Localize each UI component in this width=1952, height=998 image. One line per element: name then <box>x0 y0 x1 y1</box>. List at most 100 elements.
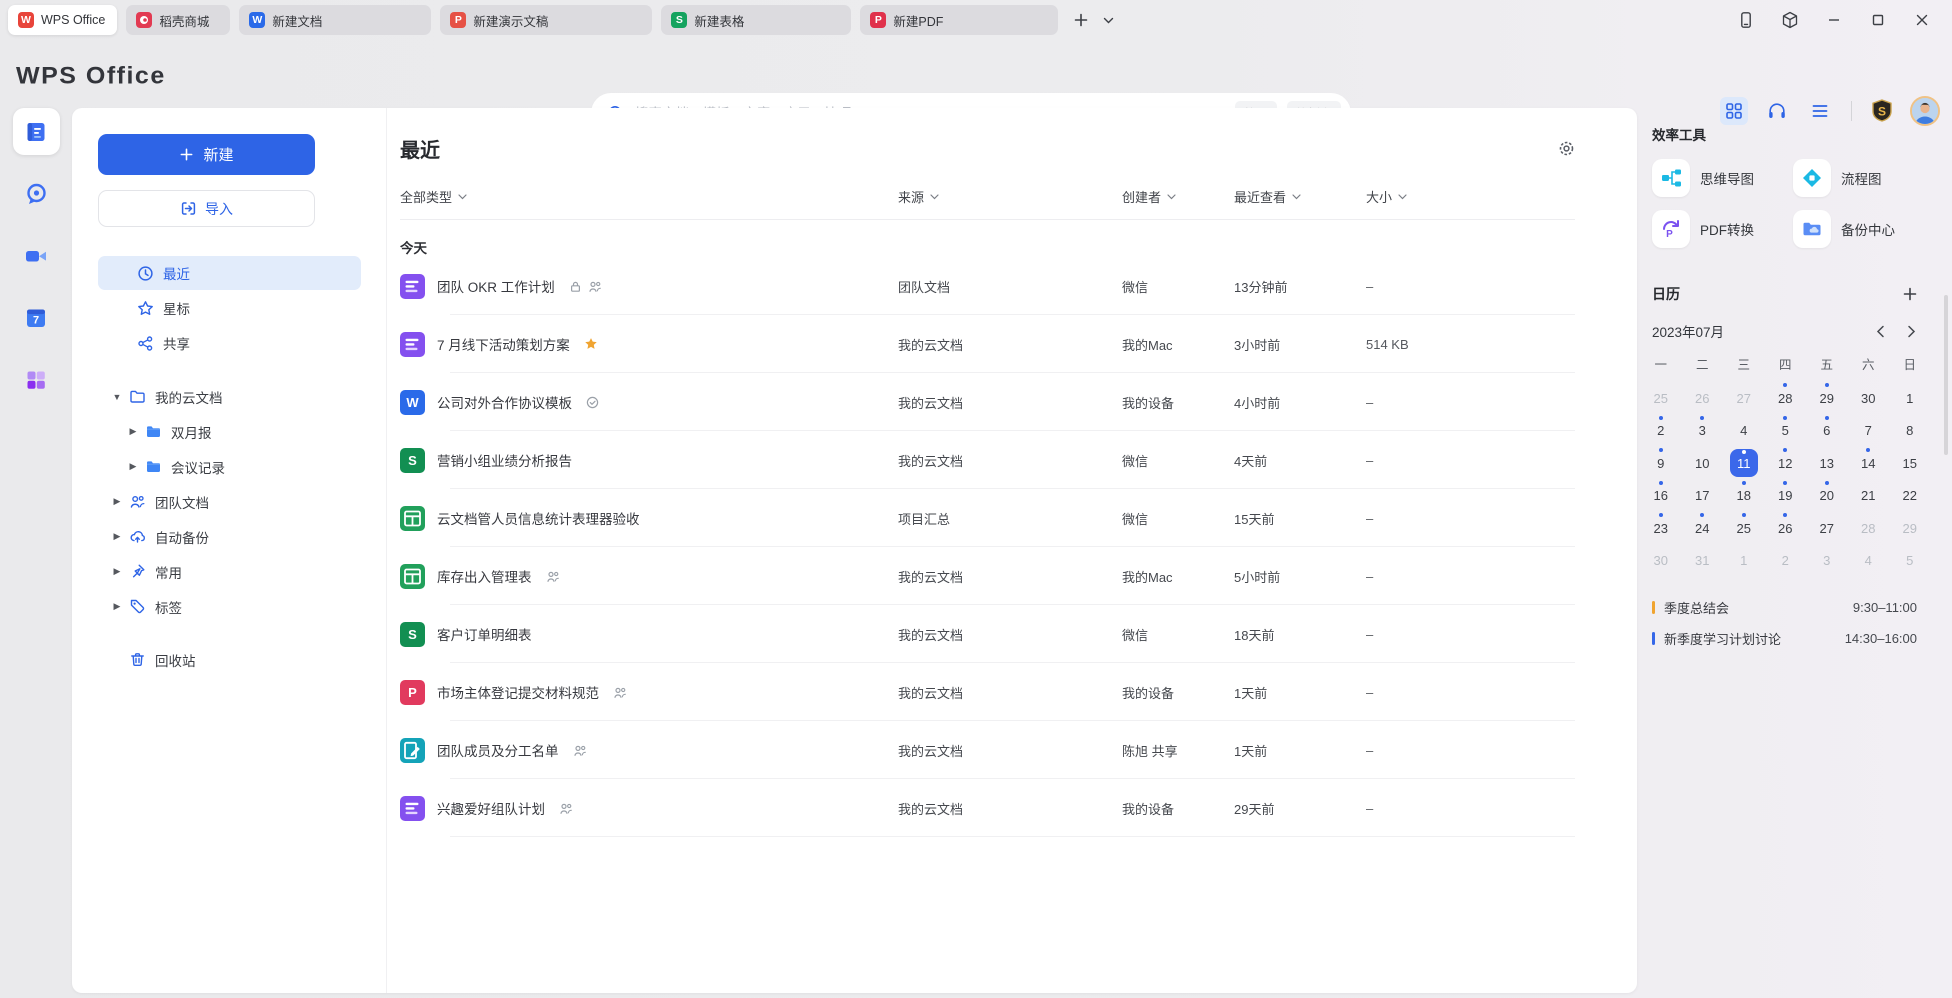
caret-right-icon[interactable]: ▶ <box>112 531 122 542</box>
import-button[interactable]: 导入 <box>98 190 315 227</box>
file-row[interactable]: S营销小组业绩分析报告我的云文档微信4天前– <box>400 431 1575 489</box>
calendar-day[interactable]: 17 <box>1682 480 1724 513</box>
sidebar-item-trash[interactable]: 回收站 <box>98 642 361 677</box>
calendar-day[interactable]: 30 <box>1640 545 1682 578</box>
rail-calendar-button[interactable]: 7 <box>13 294 60 341</box>
vip-badge-icon[interactable]: S <box>1869 98 1895 125</box>
calendar-day[interactable]: 22 <box>1889 480 1931 513</box>
caret-down-icon[interactable]: ▼ <box>112 392 122 402</box>
tab-document[interactable]: P新建演示文稿 <box>440 5 652 35</box>
menu-button[interactable] <box>1806 97 1834 125</box>
calendar-day[interactable]: 1 <box>1723 545 1765 578</box>
calendar-add-button[interactable] <box>1902 286 1918 302</box>
file-row[interactable]: 库存出入管理表我的云文档我的Mac5小时前– <box>400 547 1575 605</box>
rail-chat-button[interactable] <box>13 170 60 217</box>
calendar-day[interactable]: 5 <box>1889 545 1931 578</box>
calendar-day[interactable]: 25 <box>1640 382 1682 415</box>
calendar-day[interactable]: 26 <box>1765 512 1807 545</box>
file-row[interactable]: S客户订单明细表我的云文档微信18天前– <box>400 605 1575 663</box>
calendar-day[interactable]: 28 <box>1848 512 1890 545</box>
calendar-day[interactable]: 29 <box>1889 512 1931 545</box>
minimize-icon[interactable] <box>1824 10 1844 30</box>
tab-document[interactable]: 稻壳商城 <box>126 5 230 35</box>
sidebar-tree-item[interactable]: ▶常用 <box>98 554 361 589</box>
calendar-day[interactable]: 9 <box>1640 447 1682 480</box>
calendar-day[interactable]: 25 <box>1723 512 1765 545</box>
tab-document[interactable]: W新建文档 <box>239 5 431 35</box>
tab-list-chevron-icon[interactable] <box>1103 17 1114 24</box>
tab-document[interactable]: S新建表格 <box>661 5 851 35</box>
sidebar-tree-item[interactable]: ▼我的云文档 <box>98 379 361 414</box>
calendar-day[interactable]: 11 <box>1723 447 1765 480</box>
sidebar-tree-item[interactable]: ▶会议记录 <box>98 449 361 484</box>
rail-meeting-button[interactable] <box>13 232 60 279</box>
calendar-day[interactable]: 4 <box>1848 545 1890 578</box>
support-headset-button[interactable] <box>1763 97 1791 125</box>
calendar-next-button[interactable] <box>1907 325 1916 338</box>
caret-right-icon[interactable]: ▶ <box>112 566 122 577</box>
calendar-event[interactable]: 新季度学习计划讨论14:30–16:00 <box>1640 623 1932 654</box>
calendar-day[interactable]: 8 <box>1889 415 1931 448</box>
calendar-day[interactable]: 27 <box>1723 382 1765 415</box>
file-row[interactable]: P市场主体登记提交材料规范我的云文档我的设备1天前– <box>400 663 1575 721</box>
sidebar-tree-item[interactable]: ▶团队文档 <box>98 484 361 519</box>
file-row[interactable]: W公司对外合作协议模板我的云文档我的设备4小时前– <box>400 373 1575 431</box>
calendar-day[interactable]: 7 <box>1848 415 1890 448</box>
calendar-day[interactable]: 15 <box>1889 447 1931 480</box>
caret-right-icon[interactable]: ▶ <box>128 426 138 437</box>
calendar-day[interactable]: 3 <box>1806 545 1848 578</box>
calendar-day[interactable]: 26 <box>1682 382 1724 415</box>
calendar-day[interactable]: 6 <box>1806 415 1848 448</box>
calendar-day[interactable]: 23 <box>1640 512 1682 545</box>
filter-1[interactable]: 来源 <box>898 187 1122 206</box>
scrollbar-thumb[interactable] <box>1944 295 1948 455</box>
calendar-day[interactable]: 27 <box>1806 512 1848 545</box>
tool-pdf-convert[interactable]: PPDF转换 <box>1652 210 1793 248</box>
calendar-day[interactable]: 28 <box>1765 382 1807 415</box>
home-grid-button[interactable] <box>1720 97 1748 125</box>
file-row[interactable]: 团队 OKR 工作计划团队文档微信13分钟前– <box>400 257 1575 315</box>
maximize-icon[interactable] <box>1868 10 1888 30</box>
calendar-day[interactable]: 3 <box>1682 415 1724 448</box>
tab-document[interactable]: P新建PDF <box>860 5 1058 35</box>
close-icon[interactable] <box>1912 10 1932 30</box>
new-tab-button[interactable] <box>1073 12 1089 28</box>
calendar-day[interactable]: 10 <box>1682 447 1724 480</box>
list-settings-gear-icon[interactable] <box>1558 140 1575 157</box>
sidebar-tree-item[interactable]: ▶双月报 <box>98 414 361 449</box>
calendar-event[interactable]: 季度总结会9:30–11:00 <box>1640 592 1932 623</box>
tab-home[interactable]: WWPS Office <box>8 5 117 35</box>
calendar-day[interactable]: 20 <box>1806 480 1848 513</box>
calendar-day[interactable]: 12 <box>1765 447 1807 480</box>
calendar-day[interactable]: 2 <box>1640 415 1682 448</box>
tool-backup[interactable]: 备份中心 <box>1793 210 1932 248</box>
calendar-day[interactable]: 18 <box>1723 480 1765 513</box>
calendar-day[interactable]: 14 <box>1848 447 1890 480</box>
file-row[interactable]: 兴趣爱好组队计划我的云文档我的设备29天前– <box>400 779 1575 837</box>
file-row[interactable]: 团队成员及分工名单我的云文档陈旭 共享1天前– <box>400 721 1575 779</box>
calendar-day[interactable]: 2 <box>1765 545 1807 578</box>
sidebar-item-clock[interactable]: 最近 <box>98 256 361 290</box>
calendar-prev-button[interactable] <box>1876 325 1885 338</box>
caret-right-icon[interactable]: ▶ <box>112 496 122 507</box>
filter-4[interactable]: 大小 <box>1366 187 1575 206</box>
calendar-day[interactable]: 30 <box>1848 382 1890 415</box>
file-row[interactable]: 7 月线下活动策划方案我的云文档我的Mac3小时前514 KB <box>400 315 1575 373</box>
cube-icon[interactable] <box>1780 10 1800 30</box>
calendar-day[interactable]: 13 <box>1806 447 1848 480</box>
sidebar-tree-item[interactable]: ▶标签 <box>98 589 361 624</box>
calendar-day[interactable]: 24 <box>1682 512 1724 545</box>
calendar-day[interactable]: 31 <box>1682 545 1724 578</box>
calendar-day[interactable]: 19 <box>1765 480 1807 513</box>
calendar-day[interactable]: 29 <box>1806 382 1848 415</box>
tool-mindmap[interactable]: 思维导图 <box>1652 159 1793 197</box>
filter-3[interactable]: 最近查看 <box>1234 187 1366 206</box>
avatar[interactable] <box>1910 96 1940 126</box>
sidebar-item-star[interactable]: 星标 <box>98 291 361 325</box>
calendar-day[interactable]: 16 <box>1640 480 1682 513</box>
calendar-day[interactable]: 1 <box>1889 382 1931 415</box>
new-document-button[interactable]: 新建 <box>98 134 315 175</box>
calendar-day[interactable]: 4 <box>1723 415 1765 448</box>
sidebar-tree-item[interactable]: ▶自动备份 <box>98 519 361 554</box>
calendar-day[interactable]: 5 <box>1765 415 1807 448</box>
